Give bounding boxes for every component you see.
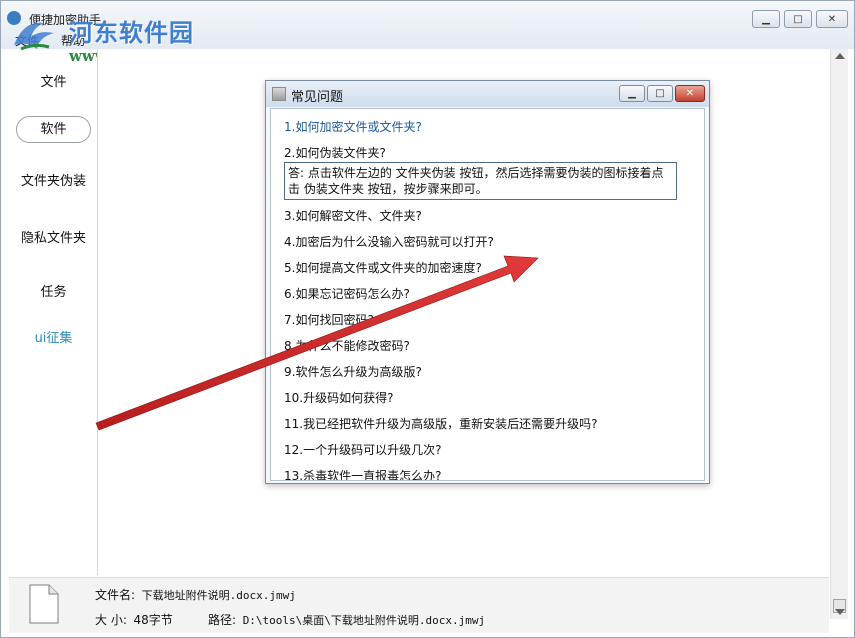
vertical-scrollbar[interactable]	[830, 49, 848, 619]
close-button[interactable]: ✕	[816, 10, 848, 28]
document-icon	[29, 584, 59, 624]
minimize-icon: ▁	[762, 13, 770, 25]
faq-question-7[interactable]: 7.如何找回密码?	[284, 311, 374, 328]
file-size-row: 大 小: 48字节 路径: D:\tools\桌面\下载地址附件说明.docx.…	[95, 611, 485, 628]
faq-answer-box: 答: 点击软件左边的 文件夹伪装 按钮，然后选择需要伪装的图标接着点 击 伪装文…	[284, 162, 677, 200]
faq-maximize-button[interactable]: □	[647, 85, 673, 102]
close-icon: ✕	[827, 13, 837, 25]
faq-question-6[interactable]: 6.如果忘记密码怎么办?	[284, 285, 410, 302]
faq-title-bar[interactable]: 常见问题 ▁ □ ✕	[266, 81, 709, 107]
maximize-icon: □	[793, 13, 803, 25]
sidebar: 文件 软件 文件夹伪装 隐私文件夹 任务 ui征集	[9, 49, 98, 575]
faq-body: 1.如何加密文件或文件夹? 2.如何伪装文件夹? 答: 点击软件左边的 文件夹伪…	[270, 108, 705, 481]
scroll-up-icon[interactable]	[835, 53, 845, 59]
minimize-button[interactable]: ▁	[752, 10, 780, 28]
close-icon: ✕	[685, 88, 695, 99]
file-name-label: 文件名:	[95, 588, 136, 602]
faq-close-button[interactable]: ✕	[675, 85, 705, 102]
faq-title: 常见问题	[291, 90, 344, 105]
faq-dialog: 常见问题 ▁ □ ✕ 1.如何加密文件或文件夹? 2.如何伪装文件夹? 答: 点…	[265, 80, 710, 484]
file-size-value: 48字节	[133, 613, 173, 627]
faq-question-1[interactable]: 1.如何加密文件或文件夹?	[284, 118, 422, 135]
sidebar-item-file[interactable]: 文件	[9, 71, 98, 90]
faq-question-2[interactable]: 2.如何伪装文件夹?	[284, 144, 386, 161]
file-info-panel: 文件名: 下载地址附件说明.docx.jmwj 大 小: 48字节 路径: D:…	[9, 577, 829, 633]
scroll-down-icon[interactable]	[835, 609, 845, 615]
faq-window-controls: ▁ □ ✕	[619, 85, 705, 102]
faq-minimize-button[interactable]: ▁	[619, 85, 645, 102]
faq-question-4[interactable]: 4.加密后为什么没输入密码就可以打开?	[284, 233, 494, 250]
sidebar-item-tasks[interactable]: 任务	[9, 281, 98, 300]
file-name-value: 下载地址附件说明.docx.jmwj	[141, 589, 296, 602]
faq-question-10[interactable]: 10.升级码如何获得?	[284, 389, 393, 406]
faq-question-13[interactable]: 13.杀毒软件一直报毒怎么办?	[284, 467, 441, 480]
watermark-site-name: 河东软件园	[69, 18, 194, 47]
file-path-value: D:\tools\桌面\下载地址附件说明.docx.jmwj	[242, 614, 486, 627]
faq-question-8[interactable]: 8.为什么不能修改密码?	[284, 337, 410, 354]
faq-question-11[interactable]: 11.我已经把软件升级为高级版，重新安装后还需要升级吗?	[284, 415, 597, 432]
sidebar-item-software[interactable]: 软件	[16, 116, 91, 143]
faq-question-9[interactable]: 9.软件怎么升级为高级版?	[284, 363, 422, 380]
faq-question-12[interactable]: 12.一个升级码可以升级几次?	[284, 441, 441, 458]
faq-answer-line-1: 答: 点击软件左边的 文件夹伪装 按钮，然后选择需要伪装的图标接着点	[288, 166, 664, 180]
minimize-icon: ▁	[628, 88, 636, 99]
faq-window-icon	[272, 87, 286, 101]
faq-question-5[interactable]: 5.如何提高文件或文件夹的加密速度?	[284, 259, 482, 276]
file-size-label: 大 小:	[95, 613, 127, 627]
maximize-button[interactable]: □	[784, 10, 812, 28]
faq-answer-line-2: 击 伪装文件夹 按钮，按步骤来即可。	[288, 182, 488, 196]
window-controls: ▁ □ ✕	[752, 10, 848, 28]
sidebar-item-ui-collection[interactable]: ui征集	[9, 327, 98, 346]
file-name-row: 文件名: 下载地址附件说明.docx.jmwj	[95, 586, 296, 603]
sidebar-item-folder-disguise[interactable]: 文件夹伪装	[9, 170, 98, 189]
maximize-icon: □	[655, 88, 665, 99]
sidebar-item-private-folder[interactable]: 隐私文件夹	[9, 227, 98, 246]
faq-question-3[interactable]: 3.如何解密文件、文件夹?	[284, 207, 422, 224]
file-path-label: 路径:	[208, 613, 237, 627]
